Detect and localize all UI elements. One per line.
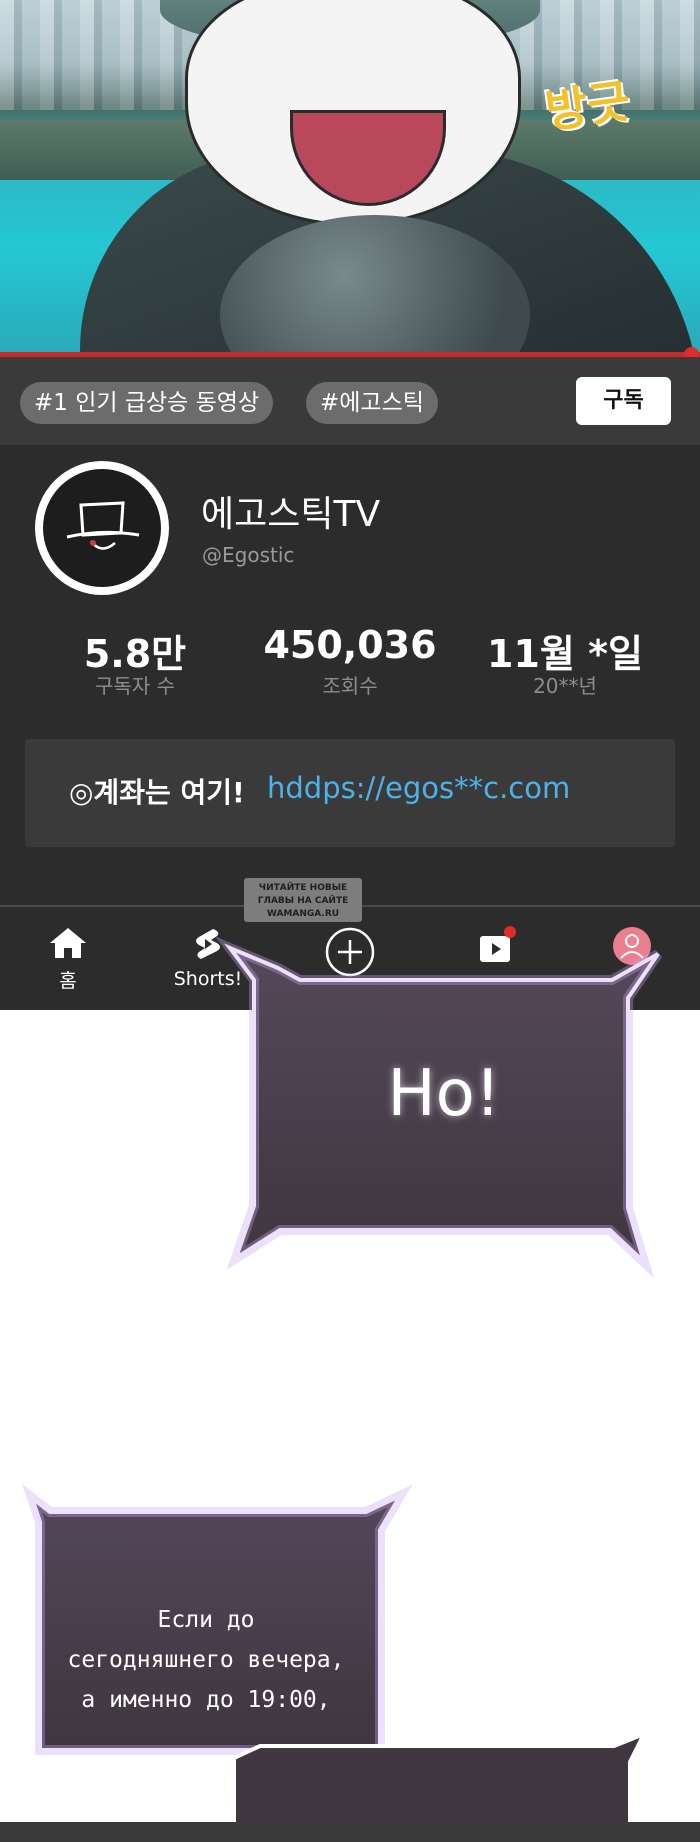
bubble-2-line-1: Если до [157,1607,255,1633]
video-thumbnail[interactable]: 방긋 [0,0,700,356]
watermark-line-2: ГЛАВЫ НА САЙТЕ [257,896,349,906]
subscriber-label: 구독자 수 [95,674,175,698]
speech-bubble-2: Если до сегодняшнего вечера, а именно до… [22,1483,413,1770]
nav-home-label: 홈 [59,970,77,992]
join-year: 20**년 [533,674,597,698]
link-label: ◎계좌는 여기! [69,776,245,809]
watermark-badge: ЧИТАЙТЕ НОВЫЕ ГЛАВЫ НА САЙТЕ WAMANGA.RU [244,878,362,922]
channel-link-box: ◎계좌는 여기! hddps://egos**c.com [25,739,675,847]
bubble-2-text: Если до сегодняшнего вечера, а именно до… [30,1600,382,1720]
hashtag-chip[interactable]: #에고스틱 [306,382,438,424]
view-count: 450,036 [263,623,437,667]
channel-handle: @Egostic [202,543,295,567]
top-hat-icon [66,501,140,550]
shorts-icon [196,929,220,959]
channel-avatar[interactable] [35,461,169,595]
next-panel-strip [0,1822,700,1842]
chip-row: #1 인기 급상승 동영상 #에고스틱 구독 [0,357,700,445]
bubble-2-line-2: сегодняшнего вечера, [67,1647,345,1673]
bubble-2-line-3: а именно до 19:00, [81,1687,331,1713]
nav-home[interactable]: 홈 [40,926,96,993]
channel-name[interactable]: 에고스틱TV [201,485,380,537]
sound-effect-text: 방긋 [542,73,634,139]
bubble-1-text: Но! [387,1057,501,1131]
speech-bubble-1: Но! [215,936,663,1279]
watermark-line-1: ЧИТАЙТЕ НОВЫЕ [258,883,348,893]
watermark-line-3: WAMANGA.RU [266,909,340,919]
home-icon [50,928,86,958]
trending-chip[interactable]: #1 인기 급상승 동영상 [20,382,274,424]
view-label: 조회수 [322,674,378,698]
channel-link[interactable]: hddps://egos**c.com [267,771,570,805]
subscribe-button[interactable]: 구독 [576,377,671,425]
avatar-image [43,469,161,587]
nav-shorts-label: Shorts! [173,968,243,990]
